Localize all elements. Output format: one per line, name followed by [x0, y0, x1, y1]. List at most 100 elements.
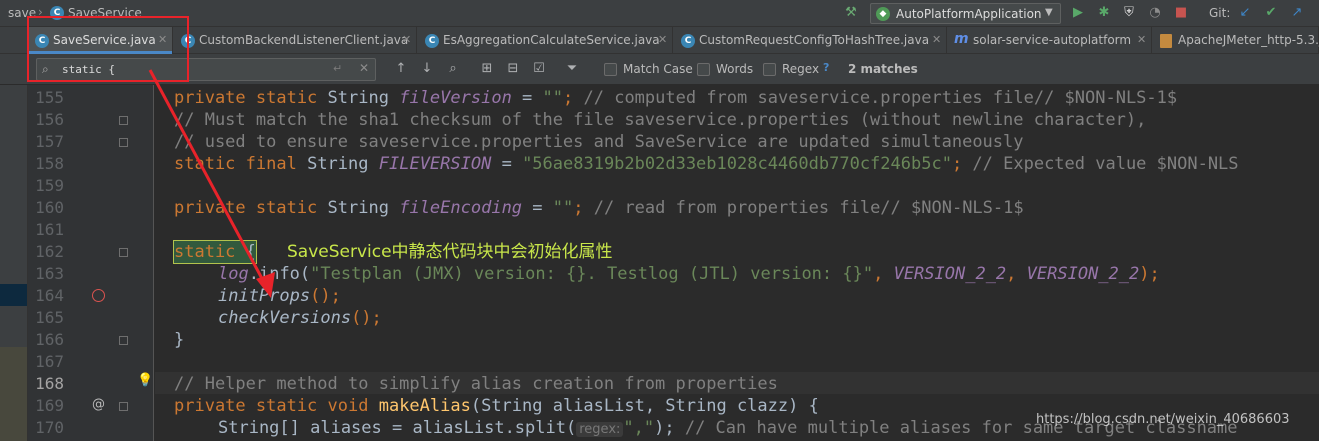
class-icon: C — [35, 34, 49, 48]
breadcrumb-separator: › — [38, 5, 43, 19]
run-icon[interactable]: ▶ — [1069, 4, 1087, 22]
token-operator: = — [511, 88, 543, 108]
close-icon[interactable]: ✕ — [1137, 33, 1146, 46]
words-label[interactable]: Words — [716, 62, 753, 76]
tool-window-shade — [0, 347, 27, 441]
tab-label: EsAggregationCalculateService.java — [443, 33, 660, 47]
regex-label[interactable]: Regex — [782, 62, 819, 76]
tab-customrequestconfigtohashtree[interactable]: C CustomRequestConfigToHashTree.java ✕ — [674, 27, 947, 54]
fold-marker-icon[interactable] — [119, 116, 128, 125]
add-selection-icon[interactable]: ⊞ — [478, 60, 496, 78]
previous-occurrence-icon[interactable]: ↑ — [392, 60, 410, 78]
token-comma: , — [1006, 264, 1027, 284]
token-comment: // computed from saveservice.properties … — [583, 88, 1178, 108]
tab-label: solar-service-autoplatform — [973, 33, 1132, 47]
match-case-label[interactable]: Match Case — [623, 62, 693, 76]
token-field: VERSION_2_2 — [1026, 264, 1140, 284]
navigation-bar: save › C SaveService ⚒ ◆ AutoPlatformApp… — [0, 0, 1319, 27]
profile-icon[interactable]: ◔ — [1146, 4, 1164, 22]
close-icon[interactable]: ✕ — [402, 33, 411, 46]
token-type: String — [307, 154, 369, 174]
token-type: String — [327, 88, 389, 108]
token-comment: // Must match the sha1 checksum of the f… — [174, 110, 1147, 130]
close-icon[interactable]: ✕ — [932, 33, 941, 46]
clear-search-icon[interactable]: ✕ — [359, 61, 369, 75]
line-number: 155 — [35, 88, 64, 107]
token-comment: // Expected value $NON-NLS — [972, 154, 1239, 174]
lightbulb-icon[interactable]: 💡 — [137, 374, 153, 388]
class-icon: C — [425, 34, 439, 48]
line-number: 166 — [35, 330, 64, 349]
token-string: "," — [623, 418, 655, 438]
tab-apachejmeter-http[interactable]: ApacheJMeter_http-5.3.j — [1153, 27, 1319, 54]
token-operator: = — [491, 154, 523, 174]
token-brace: { — [245, 242, 256, 262]
annotation-icon[interactable]: @ — [92, 397, 105, 412]
remove-selection-icon[interactable]: ⊟ — [504, 60, 522, 78]
tab-saveservice[interactable]: C SaveService.java ✕ — [28, 27, 173, 54]
token-field: fileEncoding — [399, 198, 523, 218]
fold-marker-icon[interactable] — [119, 336, 128, 345]
line-number: 157 — [35, 132, 64, 151]
token-field: VERSION_2_2 — [893, 264, 1007, 284]
line-number: 169 — [35, 396, 64, 415]
token-brace: } — [174, 330, 185, 350]
close-icon[interactable]: ✕ — [158, 33, 167, 46]
vcs-label: Git: — [1209, 6, 1231, 20]
token-string: "Testplan (JMX) version: {}. Testlog (JT… — [310, 264, 874, 284]
hammer-build-icon[interactable]: ⚒ — [842, 4, 860, 22]
token-method-call: initProps — [218, 286, 311, 306]
match-count: 2 matches — [848, 62, 918, 76]
select-all-occurrences-icon[interactable]: ☑ — [530, 60, 548, 78]
annotation-note: SaveService中静态代码块中会初始化属性 — [287, 242, 613, 262]
token-signature: (String aliasList, String clazz) { — [470, 396, 819, 416]
watermark: https://blog.csdn.net/weixin_40686603 — [1036, 412, 1290, 427]
token-keyword: private static — [174, 88, 318, 108]
run-configuration-select[interactable]: ◆ AutoPlatformApplication ▼ — [870, 3, 1061, 24]
vcs-push-icon[interactable]: ↗ — [1288, 4, 1306, 22]
breadcrumb-file[interactable]: SaveService — [68, 6, 142, 20]
breadcrumb-project[interactable]: save — [8, 6, 36, 20]
line-number: 156 — [35, 110, 64, 129]
filter-icon[interactable]: ⏷ — [563, 60, 581, 78]
find-input[interactable] — [62, 62, 322, 77]
close-icon[interactable]: ✕ — [658, 33, 667, 46]
code-line-156: // Must match the sha1 checksum of the f… — [155, 109, 1319, 131]
code-line-165: checkVersions(); — [155, 307, 1319, 329]
token-comment: // Helper method to simplify alias creat… — [174, 374, 778, 394]
find-search-box[interactable]: ⌕ ↵ ✕ — [36, 58, 376, 81]
line-number: 170 — [35, 418, 64, 437]
token-string: "" — [552, 198, 574, 218]
tab-custombackendlistenerclient[interactable]: C CustomBackendListenerClient.java ✕ — [174, 27, 417, 54]
regex-help-link[interactable]: ? — [823, 61, 829, 74]
code-line-164: initProps(); — [155, 285, 1319, 307]
code-line-158: static final String FILEVERSION = "56ae8… — [155, 153, 1319, 175]
fold-marker-icon[interactable] — [119, 248, 128, 257]
code-editor[interactable]: private static String fileVersion = ""; … — [155, 85, 1319, 441]
coverage-icon[interactable]: ⛨ — [1120, 4, 1138, 22]
new-line-icon[interactable]: ↵ — [333, 62, 347, 75]
run-configuration-label: AutoPlatformApplication — [896, 7, 1042, 21]
match-case-checkbox[interactable] — [604, 63, 617, 76]
token-paren: ( — [299, 264, 311, 284]
debug-icon[interactable]: ✱ — [1095, 4, 1113, 22]
fold-marker-icon[interactable] — [119, 138, 128, 147]
search-icon[interactable]: ⌕ — [42, 62, 49, 77]
code-line-163: log.info("Testplan (JMX) version: {}. Te… — [155, 263, 1319, 285]
find-all-icon[interactable]: ⌕ — [444, 60, 462, 78]
tab-solar-service-autoplatform[interactable]: m solar-service-autoplatform ✕ — [948, 27, 1152, 54]
vcs-commit-icon[interactable]: ✔ — [1262, 4, 1280, 22]
token-statement: String[] aliases = aliasList.split( — [218, 418, 577, 438]
token-keyword: static — [174, 242, 236, 262]
token-keyword: static final — [174, 154, 297, 174]
regex-checkbox[interactable] — [763, 63, 776, 76]
stop-icon[interactable]: ■ — [1172, 4, 1190, 22]
next-occurrence-icon[interactable]: ↓ — [418, 60, 436, 78]
token-field: FILEVERSION — [378, 154, 492, 174]
fold-marker-icon[interactable] — [119, 402, 128, 411]
tab-esaggregationcalculateservice[interactable]: C EsAggregationCalculateService.java ✕ — [418, 27, 673, 54]
words-checkbox[interactable] — [697, 63, 710, 76]
vcs-update-icon[interactable]: ↙ — [1236, 4, 1254, 22]
breakpoint-icon[interactable] — [92, 289, 105, 302]
tool-window-selection — [0, 284, 27, 306]
